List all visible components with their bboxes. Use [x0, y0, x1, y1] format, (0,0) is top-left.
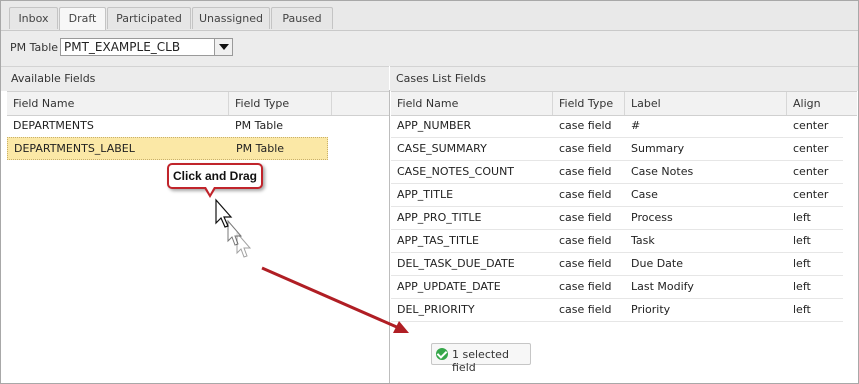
drag-arrow-line: [261, 266, 400, 330]
check-circle-icon: [436, 348, 448, 360]
drag-overlay: [215, 198, 409, 333]
selected-field-indicator: 1 selected field: [431, 343, 531, 374]
drag-trail-cursor-icon: [236, 231, 252, 258]
case-list-editor: Inbox Draft Participated Unassigned Paus…: [0, 0, 859, 384]
selected-field-text: 1 selected field: [452, 348, 509, 374]
